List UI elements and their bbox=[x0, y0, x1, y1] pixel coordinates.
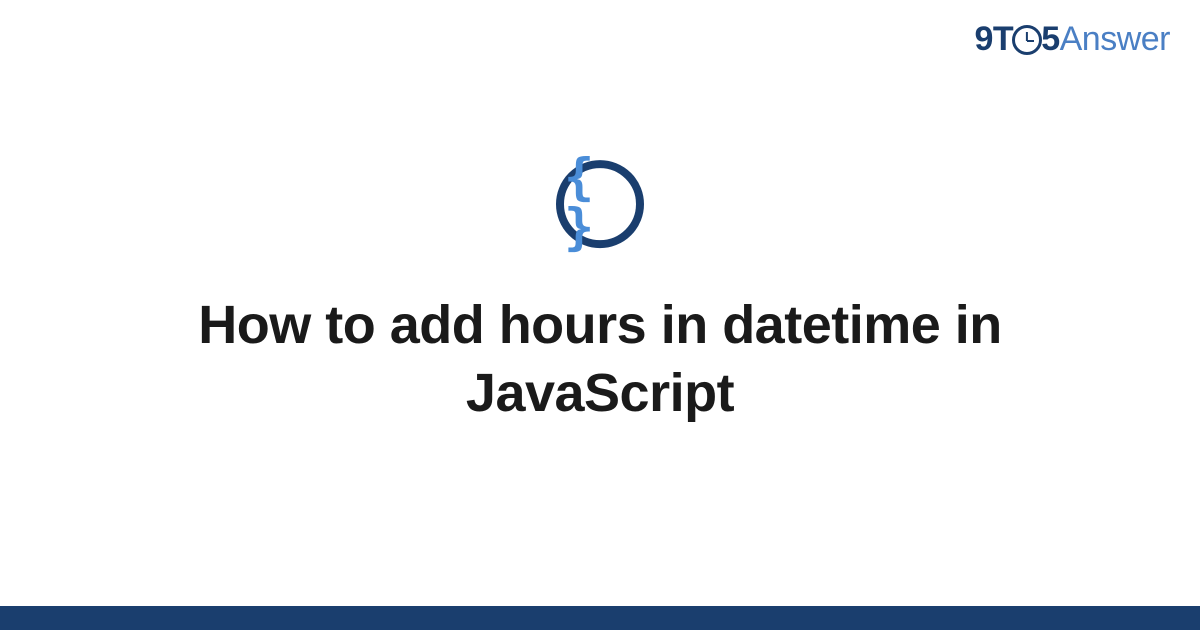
logo-suffix: Answer bbox=[1060, 20, 1170, 59]
logo-middle: 5 bbox=[1041, 20, 1059, 59]
code-braces-icon: { } bbox=[556, 160, 644, 248]
logo-prefix: 9T bbox=[975, 20, 1014, 59]
footer-bar bbox=[0, 606, 1200, 630]
main-content: { } How to add hours in datetime in Java… bbox=[0, 160, 1200, 427]
site-logo: 9T 5 Answer bbox=[975, 20, 1170, 59]
code-braces-glyph: { } bbox=[564, 152, 636, 252]
clock-icon bbox=[1012, 25, 1042, 55]
page-title: How to add hours in datetime in JavaScri… bbox=[75, 292, 1125, 427]
